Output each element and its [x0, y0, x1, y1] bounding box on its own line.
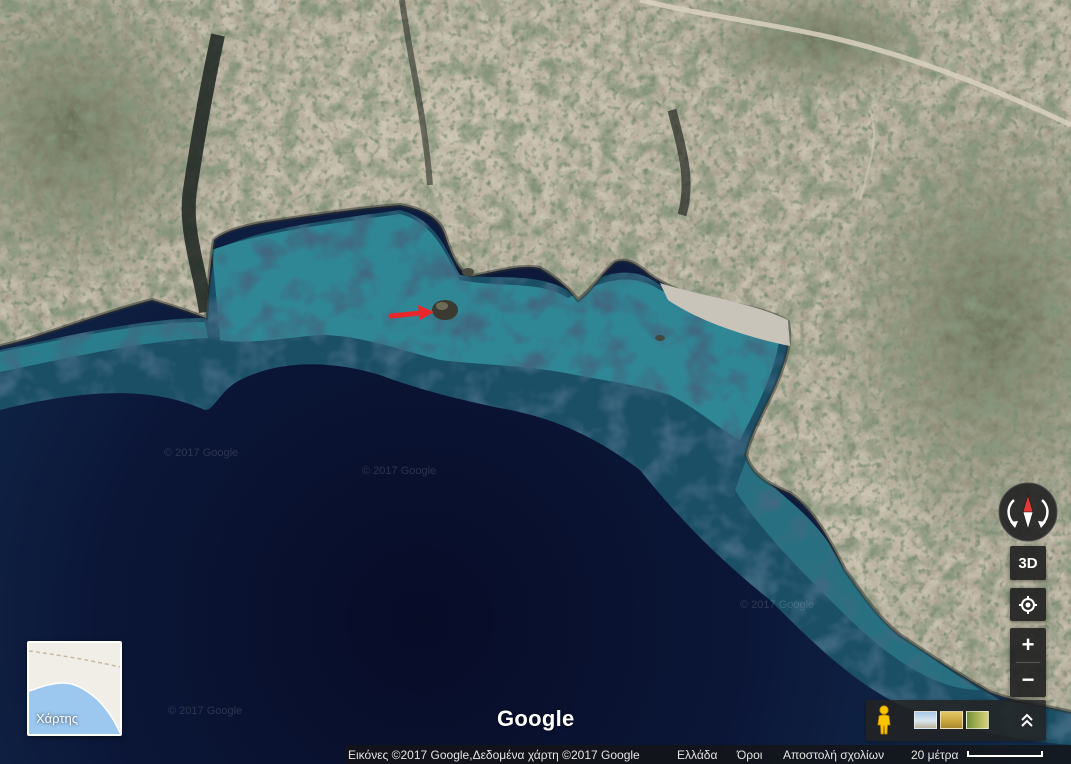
imagery-watermark: © 2017 Google — [740, 599, 815, 611]
my-location-button[interactable] — [1010, 588, 1046, 621]
chevron-up-upper — [1021, 713, 1033, 721]
send-feedback-link[interactable]: Αποστολή σχολίων — [783, 748, 884, 762]
compass-control[interactable] — [998, 482, 1058, 542]
map-type-label: Χάρτης — [36, 711, 79, 726]
scale-label[interactable]: 20 μέτρα — [911, 748, 958, 762]
attribution-bar: Εικόνες ©2017 Google,Δεδομένα χάρτη ©201… — [345, 745, 1071, 764]
my-location-icon — [1019, 595, 1037, 614]
rock — [655, 335, 665, 341]
imagery-watermark: © 2017 Google — [362, 465, 437, 477]
tilt-3d-button[interactable]: 3D — [1010, 546, 1046, 580]
zoom-out-button[interactable]: − — [1010, 663, 1046, 697]
imagery-watermark: © 2017 Google — [168, 705, 243, 717]
imagery-strip — [866, 700, 1046, 741]
tilt-3d-label: 3D — [1018, 554, 1038, 572]
rocky-islet-highlight — [436, 302, 448, 310]
map-type-toggle-button[interactable]: Χάρτης — [27, 641, 122, 736]
imagery-thumbnail[interactable] — [940, 711, 963, 729]
imagery-watermark: © 2017 Google — [164, 447, 239, 459]
google-logo: Google — [497, 706, 575, 731]
zoom-in-button[interactable]: + — [1010, 628, 1046, 662]
terms-link[interactable]: Όροι — [737, 748, 762, 762]
double-chevron-up-icon — [1021, 713, 1033, 727]
expand-imagery-button[interactable] — [1018, 710, 1036, 730]
zoom-control: + − — [1010, 628, 1046, 697]
imagery-thumbnail[interactable] — [914, 711, 937, 729]
pegman-body — [877, 714, 891, 735]
location-dot — [1025, 602, 1031, 607]
satellite-map[interactable] — [0, 0, 1071, 764]
pegman-icon[interactable] — [875, 705, 893, 735]
imagery-attribution: Εικόνες ©2017 Google,Δεδομένα χάρτη ©201… — [348, 748, 640, 762]
rock — [462, 268, 474, 276]
region-link[interactable]: Ελλάδα — [677, 748, 717, 762]
pegman-head — [879, 705, 889, 715]
compass-icon — [998, 482, 1058, 542]
red-arrow-shaft — [388, 310, 424, 319]
imagery-thumbnail[interactable] — [966, 711, 989, 729]
chevron-up-lower — [1021, 719, 1033, 727]
scale-bar[interactable] — [967, 751, 1043, 757]
